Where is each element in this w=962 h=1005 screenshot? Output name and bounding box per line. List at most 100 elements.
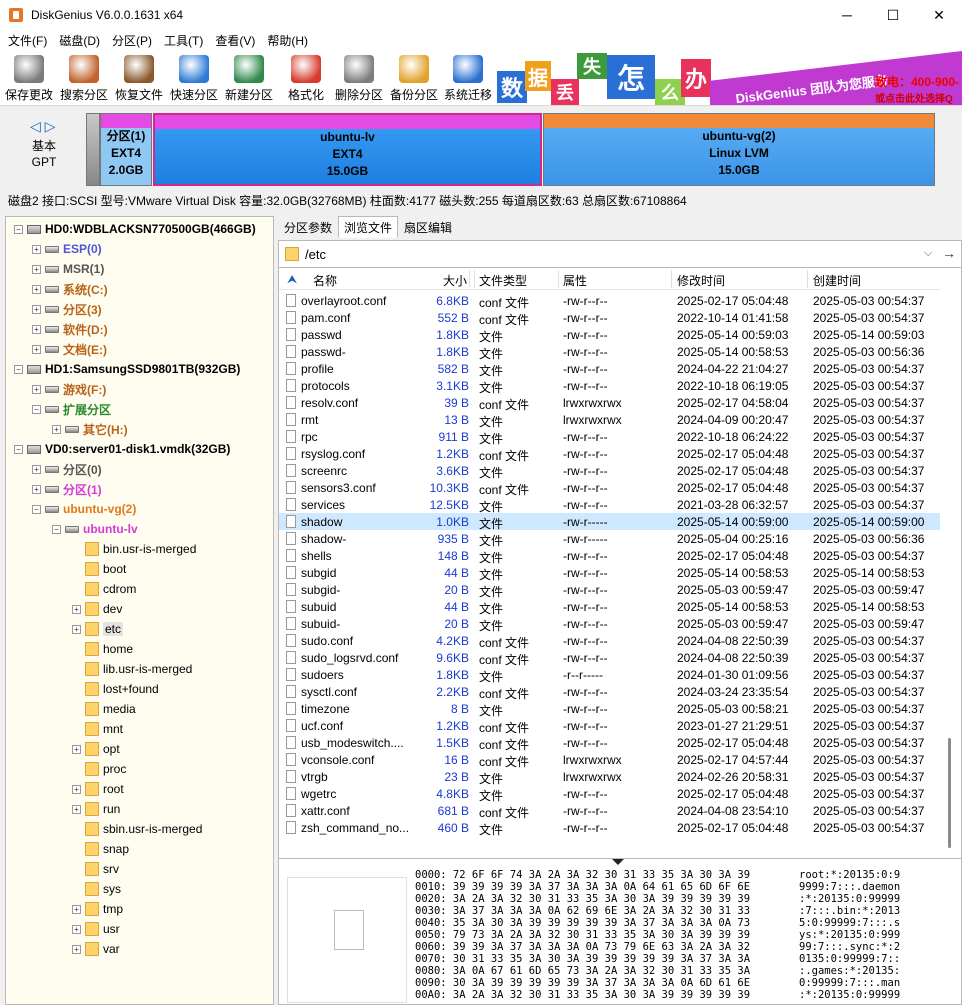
file-row[interactable]: wgetrc 4.8KB 文件 -rw-r--r-- 2025-02-17 05:04:… [279,785,940,803]
column-attr[interactable]: 属性 [563,272,587,289]
toolbar-button[interactable]: 恢复文件 [113,53,165,103]
collapse-icon[interactable]: − [14,364,23,374]
file-row[interactable]: rpc 911 B 文件 -rw-r--r-- 2022-10-18 06:24:22 2… [279,428,940,446]
tree-node[interactable]: + dev [72,599,122,619]
tree-node[interactable]: + 其它(H:) [52,419,128,439]
tree-node[interactable]: lib.usr-is-merged [72,659,192,679]
tree-node[interactable]: media [72,699,136,719]
file-row[interactable]: sudoers 1.8KB 文件 -r--r----- 2024-01-30 01:09… [279,666,940,684]
expand-icon[interactable]: + [32,284,41,294]
splitter-arrow-icon[interactable] [612,859,624,865]
support-banner[interactable]: 数据丢失怎么办 DiskGenius 团队为您服务 致电：400-900- 或点… [495,51,962,105]
menu-item[interactable]: 帮助(H) [261,32,314,49]
partition-1-block[interactable]: 分区(1) EXT4 2.0GB [100,113,152,186]
column-name[interactable]: 名称 [313,272,337,289]
scrollbar-thumb[interactable] [948,738,951,848]
tree-node[interactable]: + 系统(C:) [32,279,108,299]
file-row[interactable]: sensors3.conf 10.3KB conf 文件 -rw-r--r-- 2025… [279,479,940,497]
go-arrow-icon[interactable]: → [942,245,956,261]
file-row[interactable]: pam.conf 552 Bconf 文件 -rw-r--r-- 2022-10-14… [279,309,940,327]
file-row[interactable]: sudo.conf 4.2KB conf 文件 -rw-r--r-- 2024-04-0… [279,632,940,650]
toolbar-button[interactable]: 新建分区 [223,53,275,103]
expand-icon[interactable]: + [72,904,81,914]
file-row[interactable]: zsh_command_no... 460 B 文件 -rw-r--r-- 2025-0… [279,819,940,837]
tree-node[interactable]: srv [72,859,119,879]
file-row[interactable]: usb_modeswitch.... 1.5KB conf 文件 -rw-r--r--… [279,734,940,752]
file-row[interactable]: services 12.5KB 文件 -rw-r--r-- 2021-03-28 06:… [279,496,940,514]
tree-node[interactable]: + root [72,779,124,799]
ubuntu-lv-block[interactable]: ubuntu-lv EXT4 15.0GB [153,113,542,186]
menu-item[interactable]: 磁盘(D) [53,32,106,49]
tab-item[interactable]: 分区参数 [278,216,338,238]
path-input[interactable]: /etc [305,247,326,262]
file-row[interactable]: shells 148 B 文件 -rw-r--r-- 2025-02-17 05:04:… [279,547,940,565]
tree-node[interactable]: + tmp [72,899,123,919]
expand-icon[interactable]: + [32,264,41,274]
menu-item[interactable]: 文件(F) [2,32,53,49]
file-row[interactable]: sysctl.conf 2.2KB conf 文件 -rw-r--r-- 2024-03… [279,683,940,701]
column-modified[interactable]: 修改时间 [677,272,725,289]
tree-node[interactable]: sys [72,879,121,899]
tree-node[interactable]: bin.usr-is-merged [72,539,196,559]
file-row[interactable]: shadow- 935 B 文件 -rw-r----- 2025-05-04 00:25… [279,530,940,548]
file-row[interactable]: resolv.conf 39 Bconf 文件 lrwxrwxrwx 2025-02-… [279,394,940,412]
toolbar-button[interactable]: 快速分区 [168,53,220,103]
file-row[interactable]: subuid 44 B 文件 -rw-r--r-- 2025-05-14 00:58:5… [279,598,940,616]
menu-item[interactable]: 分区(P) [106,32,158,49]
tree-node[interactable]: mnt [72,719,123,739]
tree-node[interactable]: boot [72,559,126,579]
file-row[interactable]: timezone 8 B 文件 -rw-r--r-- 2025-05-03 00:58:… [279,700,940,718]
tab-item[interactable]: 扇区编辑 [398,216,458,238]
file-row[interactable]: shadow 1.0KB 文件 -rw-r----- 2025-05-14 00:59:… [279,513,940,531]
expand-icon[interactable]: + [32,344,41,354]
collapse-icon[interactable]: − [14,444,23,454]
chevron-down-icon[interactable]: ⌵ [924,247,932,260]
tree-node[interactable]: snap [72,839,129,859]
column-created[interactable]: 创建时间 [813,272,861,289]
toolbar-button[interactable]: 搜索分区 [58,53,110,103]
expand-icon[interactable]: + [72,924,81,934]
tree-node[interactable]: + etc [72,619,124,639]
toolbar-button[interactable]: 保存更改 [3,53,55,103]
toolbar-button[interactable]: 备份分区 [388,53,440,103]
menu-item[interactable]: 工具(T) [158,32,209,49]
up-folder-icon[interactable]: ⮝ [287,272,297,287]
file-row[interactable]: vconsole.conf 16 Bconf 文件 lrwxrwxrwx 2025-0… [279,751,940,769]
expand-icon[interactable]: + [72,944,81,954]
file-row[interactable]: subuid- 20 B 文件 -rw-r--r-- 2025-05-03 00:59:… [279,615,940,633]
tree-node[interactable]: + 分区(1) [32,479,102,499]
minimize-button[interactable]: ─ [824,0,870,30]
partition-0-bar[interactable] [86,113,100,186]
maximize-button[interactable]: ☐ [870,0,916,30]
ubuntu-vg-block[interactable]: ubuntu-vg(2) Linux LVM 15.0GB [543,113,935,186]
tree-node[interactable]: + 软件(D:) [32,319,108,339]
menu-item[interactable]: 查看(V) [209,32,261,49]
column-type[interactable]: 文件类型 [479,272,527,289]
tree-node[interactable]: − ubuntu-lv [52,519,138,539]
tree-node[interactable]: + 分区(3) [32,299,102,319]
file-row[interactable]: xattr.conf 681 Bconf 文件 -rw-r--r-- 2024-04-… [279,802,940,820]
file-row[interactable]: vtrgb 23 B 文件 lrwxrwxrwx 2024-02-26 20:58:31… [279,768,940,786]
file-row[interactable]: rsyslog.conf 1.2KB conf 文件 -rw-r--r-- 2025-0… [279,445,940,463]
expand-icon[interactable]: + [72,624,81,634]
expand-icon[interactable]: + [52,424,61,434]
expand-icon[interactable]: + [32,304,41,314]
tree-node[interactable]: − HD0:WDBLACKSN770500GB(466GB) [14,219,256,239]
column-size[interactable]: 大小 [443,272,467,289]
toolbar-button[interactable]: 删除分区 [333,53,385,103]
file-row[interactable]: subgid 44 B 文件 -rw-r--r-- 2025-05-14 00:58:5… [279,564,940,582]
expand-icon[interactable]: + [72,804,81,814]
tree-node[interactable]: + usr [72,919,120,939]
expand-icon[interactable]: + [32,464,41,474]
expand-icon[interactable]: + [72,604,81,614]
file-row[interactable]: subgid- 20 B 文件 -rw-r--r-- 2025-05-03 00:59:… [279,581,940,599]
tree-node[interactable]: + 游戏(F:) [32,379,106,399]
tree-node[interactable]: cdrom [72,579,136,599]
expand-icon[interactable]: + [32,244,41,254]
file-row[interactable]: protocols 3.1KB 文件 -rw-r--r-- 2022-10-18 06:… [279,377,940,395]
toolbar-button[interactable]: 格式化 [280,53,332,103]
expand-icon[interactable]: + [32,324,41,334]
tree-node[interactable]: + run [72,799,120,819]
toolbar-button[interactable]: 系统迁移 [442,53,494,103]
expand-icon[interactable]: + [72,784,81,794]
